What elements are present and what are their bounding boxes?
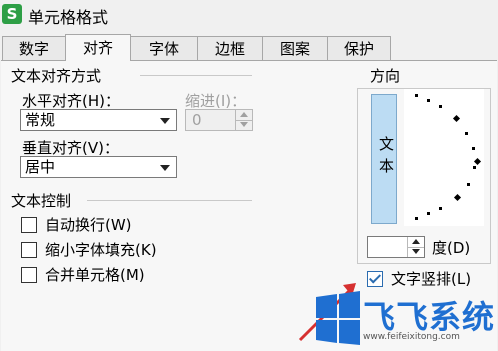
tab-alignment[interactable]: 对齐: [65, 34, 131, 61]
merge-cells-label[interactable]: 合并单元格(M): [45, 264, 145, 285]
chevron-down-icon: [160, 118, 170, 124]
degrees-spinner[interactable]: [367, 236, 425, 258]
title-bar: S 单元格格式: [0, 0, 498, 30]
horizontal-align-select[interactable]: 常规: [20, 109, 177, 131]
shrink-to-fit-label[interactable]: 缩小字体填充(K): [45, 239, 157, 260]
tab-font[interactable]: 字体: [130, 36, 198, 60]
shrink-to-fit-checkbox[interactable]: [21, 242, 37, 258]
spin-down-icon[interactable]: [236, 120, 252, 130]
vertical-text-label[interactable]: 文字竖排(L): [391, 268, 471, 289]
vertical-text-checkbox[interactable]: [367, 271, 383, 287]
wrap-text-label[interactable]: 自动换行(W): [45, 214, 132, 235]
vertical-text-char: 本: [379, 157, 395, 175]
text-control-heading: 文本控制: [11, 190, 72, 211]
horizontal-align-label: 水平对齐(H)：: [22, 92, 120, 110]
degrees-label: 度(D): [432, 239, 471, 257]
divider: [87, 200, 252, 201]
horizontal-align-value: 常规: [25, 111, 56, 129]
orientation-dial[interactable]: [404, 89, 484, 226]
vertical-align-label: 垂直对齐(V)：: [22, 139, 119, 157]
tab-bar: 数字 对齐 字体 边框 图案 保护: [0, 34, 498, 61]
vertical-align-value: 居中: [25, 158, 56, 176]
tab-patterns[interactable]: 图案: [262, 36, 328, 60]
orientation-heading: 方向: [368, 65, 403, 86]
chevron-down-icon: [160, 165, 170, 171]
indent-spin-buttons: [235, 110, 252, 130]
tab-border[interactable]: 边框: [197, 36, 263, 60]
orientation-dial-graphic: [415, 94, 482, 220]
vertical-align-select[interactable]: 居中: [20, 156, 177, 178]
degrees-spin-buttons: [407, 237, 424, 257]
merge-cells-checkbox[interactable]: [21, 267, 37, 283]
wrap-text-checkbox[interactable]: [21, 217, 37, 233]
indent-value: 0: [192, 111, 202, 129]
spin-down-icon[interactable]: [408, 247, 424, 257]
dialog-title: 单元格格式: [28, 8, 109, 27]
text-alignment-heading: 文本对齐方式: [11, 65, 102, 86]
divider: [140, 75, 252, 76]
vertical-text-char: 文: [379, 135, 395, 153]
indent-label: 缩进(I)：: [185, 92, 247, 110]
vertical-text-button[interactable]: 文 本: [371, 94, 397, 224]
indent-spinner[interactable]: 0: [185, 109, 253, 131]
app-icon: S: [2, 4, 22, 24]
tab-protection[interactable]: 保护: [327, 36, 391, 60]
tab-number[interactable]: 数字: [2, 36, 66, 60]
